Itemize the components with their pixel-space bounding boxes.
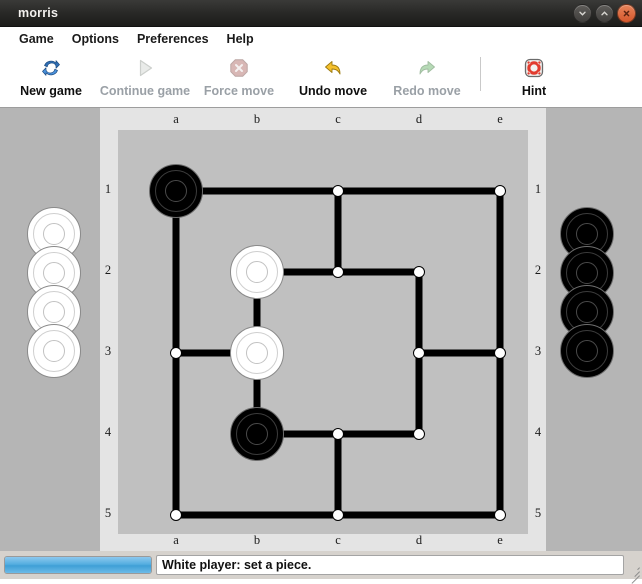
force-move-button[interactable]: Force move bbox=[192, 51, 286, 103]
stone-ring-i bbox=[246, 342, 268, 364]
stone-ring-i bbox=[576, 301, 598, 323]
board-point-e3[interactable] bbox=[494, 347, 506, 359]
play-triangle-icon bbox=[133, 55, 157, 81]
column-label-bottom-c: c bbox=[335, 533, 341, 547]
row-label-left-2: 2 bbox=[104, 263, 112, 277]
chevron-up-icon bbox=[601, 11, 608, 16]
row-label-left-3: 3 bbox=[104, 344, 112, 358]
hint-button[interactable]: Hint bbox=[487, 51, 581, 103]
board-frame: a b c d e a b c d e 1 2 3 4 5 1 2 3 4 5 bbox=[100, 108, 546, 551]
black-reserve-stack[interactable] bbox=[560, 207, 614, 378]
stone-ring-i bbox=[576, 340, 598, 362]
continue-game-label: Continue game bbox=[99, 84, 191, 98]
toolbar: New game Continue game Force move Undo m… bbox=[0, 51, 642, 108]
toolbar-separator bbox=[480, 57, 481, 91]
board-point-e1[interactable] bbox=[494, 185, 506, 197]
row-label-left-4: 4 bbox=[104, 425, 112, 439]
board-point-c4[interactable] bbox=[332, 428, 344, 440]
board-point-a5[interactable] bbox=[170, 509, 182, 521]
row-label-right-4: 4 bbox=[534, 425, 542, 439]
window-title: morris bbox=[18, 6, 59, 20]
hint-label: Hint bbox=[521, 84, 547, 98]
undo-move-label: Undo move bbox=[298, 84, 368, 98]
window-controls bbox=[573, 4, 636, 23]
progress-bar bbox=[4, 556, 152, 574]
white-stone-b2[interactable] bbox=[230, 245, 284, 299]
white-reserve-stone-4[interactable] bbox=[27, 324, 81, 378]
menu-item-help[interactable]: Help bbox=[218, 30, 263, 48]
row-label-right-1: 1 bbox=[534, 182, 542, 196]
status-bar: White player: set a piece. bbox=[0, 551, 642, 584]
force-move-label: Force move bbox=[203, 84, 275, 98]
undo-arrow-icon bbox=[321, 55, 345, 81]
black-stone-b4[interactable] bbox=[230, 407, 284, 461]
progress-bar-fill bbox=[5, 557, 151, 573]
lifebuoy-icon bbox=[522, 55, 546, 81]
column-label-bottom-b: b bbox=[253, 533, 261, 547]
menu-item-options[interactable]: Options bbox=[63, 30, 128, 48]
board-point-d4[interactable] bbox=[413, 428, 425, 440]
white-reserve-stack[interactable] bbox=[27, 207, 81, 378]
stone-ring-i bbox=[165, 180, 187, 202]
column-label-top-d: d bbox=[415, 112, 423, 126]
undo-move-button[interactable]: Undo move bbox=[286, 51, 380, 103]
black-reserve-stone-4[interactable] bbox=[560, 324, 614, 378]
row-label-right-3: 3 bbox=[534, 344, 542, 358]
board-point-d2[interactable] bbox=[413, 266, 425, 278]
white-stone-b3[interactable] bbox=[230, 326, 284, 380]
column-label-bottom-e: e bbox=[497, 533, 503, 547]
row-label-left-5: 5 bbox=[104, 506, 112, 520]
column-label-bottom-a: a bbox=[173, 533, 179, 547]
board-point-c1[interactable] bbox=[332, 185, 344, 197]
redo-move-label: Redo move bbox=[393, 84, 461, 98]
column-label-top-e: e bbox=[497, 112, 503, 126]
stone-ring-i bbox=[43, 301, 65, 323]
stone-ring-i bbox=[43, 340, 65, 362]
status-message-box: White player: set a piece. bbox=[156, 555, 624, 575]
menu-bar: Game Options Preferences Help bbox=[0, 27, 642, 51]
board-surface[interactable] bbox=[118, 130, 528, 534]
board-point-c2[interactable] bbox=[332, 266, 344, 278]
resize-grip[interactable] bbox=[627, 564, 641, 584]
menu-item-game[interactable]: Game bbox=[10, 30, 63, 48]
maximize-button[interactable] bbox=[595, 4, 614, 23]
row-label-left-1: 1 bbox=[104, 182, 112, 196]
stone-ring-i bbox=[43, 223, 65, 245]
menu-item-preferences[interactable]: Preferences bbox=[128, 30, 218, 48]
board-point-c5[interactable] bbox=[332, 509, 344, 521]
continue-game-button[interactable]: Continue game bbox=[98, 51, 192, 103]
stop-x-octagon-icon bbox=[227, 55, 251, 81]
new-game-button[interactable]: New game bbox=[4, 51, 98, 103]
chevron-down-icon bbox=[579, 11, 586, 16]
stone-ring-i bbox=[246, 423, 268, 445]
board-point-d3[interactable] bbox=[413, 347, 425, 359]
application-window: morris Game Options Preferences Help New… bbox=[0, 0, 642, 584]
column-label-top-b: b bbox=[253, 112, 261, 126]
column-label-top-c: c bbox=[335, 112, 341, 126]
title-bar: morris bbox=[0, 0, 642, 27]
column-label-bottom-d: d bbox=[415, 533, 423, 547]
stone-ring-i bbox=[576, 223, 598, 245]
row-label-right-2: 2 bbox=[534, 263, 542, 277]
black-stone-a1[interactable] bbox=[149, 164, 203, 218]
close-button[interactable] bbox=[617, 4, 636, 23]
close-x-icon bbox=[623, 10, 630, 17]
stone-ring-i bbox=[43, 262, 65, 284]
redo-move-button[interactable]: Redo move bbox=[380, 51, 474, 103]
board-point-a3[interactable] bbox=[170, 347, 182, 359]
game-area: a b c d e a b c d e 1 2 3 4 5 1 2 3 4 5 bbox=[0, 108, 642, 551]
status-message: White player: set a piece. bbox=[162, 558, 312, 572]
stone-ring-i bbox=[246, 261, 268, 283]
refresh-arrows-icon bbox=[39, 55, 63, 81]
board-point-e5[interactable] bbox=[494, 509, 506, 521]
new-game-label: New game bbox=[20, 84, 82, 98]
row-label-right-5: 5 bbox=[534, 506, 542, 520]
redo-arrow-icon bbox=[415, 55, 439, 81]
column-label-top-a: a bbox=[173, 112, 179, 126]
minimize-button[interactable] bbox=[573, 4, 592, 23]
stone-ring-i bbox=[576, 262, 598, 284]
